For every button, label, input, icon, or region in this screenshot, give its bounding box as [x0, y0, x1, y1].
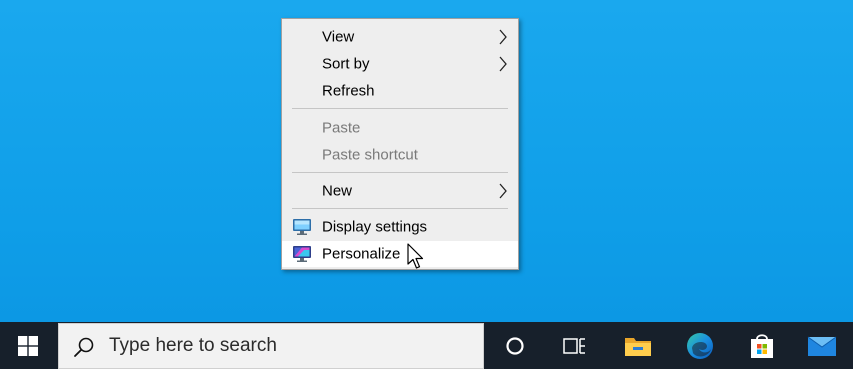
menu-item-personalize[interactable]: Personalize [282, 241, 518, 267]
task-view-icon [563, 337, 585, 354]
menu-item-label: View [322, 28, 355, 46]
menu-separator [292, 172, 508, 173]
menu-item-new[interactable]: New [282, 178, 518, 204]
taskbar: Type here to search [0, 322, 853, 369]
menu-item-sort-by[interactable]: Sort by [282, 51, 518, 77]
store-bag-icon [751, 333, 773, 358]
cortana-button[interactable] [487, 322, 543, 369]
mouse-cursor-icon [407, 243, 424, 269]
menu-item-label: Paste [322, 119, 361, 137]
store-button[interactable] [734, 322, 790, 369]
menu-item-label: Refresh [322, 82, 375, 100]
edge-icon [687, 332, 713, 359]
menu-item-label: Sort by [322, 55, 370, 73]
menu-item-paste: Paste [282, 115, 518, 141]
menu-item-display-settings[interactable]: Display settings [282, 214, 518, 240]
menu-item-refresh[interactable]: Refresh [282, 78, 518, 104]
menu-item-view[interactable]: View [282, 24, 518, 50]
start-button[interactable] [0, 322, 56, 369]
file-explorer-button[interactable] [610, 322, 666, 369]
chevron-right-icon [499, 56, 507, 72]
chevron-right-icon [499, 29, 507, 45]
task-view-button[interactable] [546, 322, 602, 369]
menu-item-label: New [322, 182, 353, 200]
menu-item-label: Paste shortcut [322, 146, 418, 164]
windows-logo-icon [18, 336, 38, 356]
edge-button[interactable] [672, 322, 728, 369]
mail-button[interactable] [794, 322, 850, 369]
menu-item-label: Personalize [322, 245, 401, 263]
menu-item-paste-shortcut: Paste shortcut [282, 142, 518, 168]
taskbar-search-box[interactable]: Type here to search [58, 323, 484, 369]
chevron-right-icon [499, 183, 507, 199]
search-placeholder: Type here to search [109, 335, 277, 356]
display-settings-icon [293, 219, 311, 235]
mail-icon [807, 336, 837, 356]
personalize-icon [293, 246, 311, 262]
desktop-context-menu: View Sort by Refresh Paste Paste shortcu… [281, 18, 519, 270]
search-icon [74, 337, 94, 357]
menu-item-label: Display settings [322, 218, 428, 236]
cortana-circle-icon [506, 336, 524, 355]
menu-separator [292, 108, 508, 109]
folder-icon [625, 337, 651, 356]
menu-separator [292, 208, 508, 209]
